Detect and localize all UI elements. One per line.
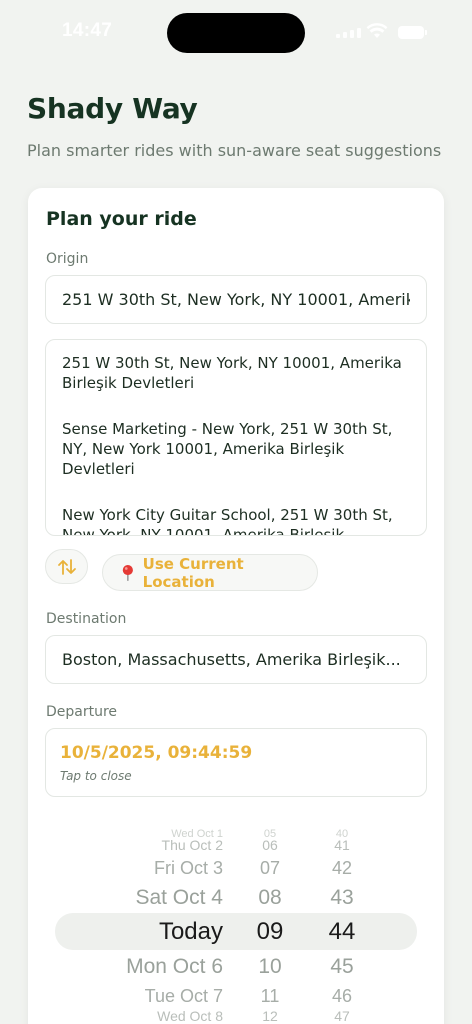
departure-value: 10/5/2025, 09:44:59 (60, 743, 253, 763)
picker-minute[interactable]: 45 (312, 955, 372, 979)
suggestion-item[interactable]: 251 W 30th St, New York, NY 10001, Ameri… (62, 353, 412, 393)
picker-day[interactable]: Thu Oct 2 (53, 837, 223, 853)
origin-input-value: 251 W 30th St, New York, NY 10001, Ameri… (62, 290, 410, 309)
destination-label: Destination (46, 611, 127, 627)
picker-minute[interactable]: 46 (312, 986, 372, 1007)
picker-minute-selected[interactable]: 44 (312, 918, 372, 946)
origin-input[interactable]: 251 W 30th St, New York, NY 10001, Ameri… (45, 275, 427, 324)
battery-icon (398, 26, 427, 39)
pin-icon (122, 564, 133, 581)
picker-minute[interactable]: 47 (312, 1008, 372, 1024)
origin-label: Origin (46, 251, 89, 267)
use-current-location-button[interactable]: Use Current Location (102, 554, 318, 591)
datetime-picker-wheel[interactable]: Wed Oct 1 Thu Oct 2 Fri Oct 3 Sat Oct 4 … (28, 818, 444, 1024)
picker-day[interactable]: Mon Oct 6 (53, 955, 223, 979)
picker-minute[interactable]: 43 (312, 886, 372, 910)
picker-hour[interactable]: 12 (240, 1008, 300, 1024)
ride-plan-card: Plan your ride Origin 251 W 30th St, New… (28, 188, 444, 1024)
destination-input[interactable]: Boston, Massachusetts, Amerika Birleşik.… (45, 635, 427, 684)
picker-hour[interactable]: 06 (240, 837, 300, 853)
suggestion-item[interactable]: Sense Marketing - New York, 251 W 30th S… (62, 419, 412, 479)
card-title: Plan your ride (46, 208, 197, 230)
picker-hour[interactable]: 10 (240, 955, 300, 979)
picker-day[interactable]: Fri Oct 3 (53, 858, 223, 879)
status-time: 14:47 (62, 20, 113, 41)
picker-day[interactable]: Wed Oct 8 (53, 1008, 223, 1024)
departure-label: Departure (46, 704, 118, 720)
departure-hint: Tap to close (60, 769, 132, 783)
swap-button[interactable] (45, 549, 88, 584)
app-title: Shady Way (27, 92, 198, 125)
picker-hour[interactable]: 08 (240, 886, 300, 910)
wifi-icon (366, 23, 388, 38)
picker-hour[interactable]: 07 (240, 858, 300, 879)
picker-hour[interactable]: 11 (240, 986, 300, 1007)
destination-input-value: Boston, Massachusetts, Amerika Birleşik.… (62, 650, 401, 669)
picker-day[interactable]: Sat Oct 4 (53, 886, 223, 910)
picker-day-selected[interactable]: Today (53, 918, 223, 946)
cellular-signal-icon (336, 28, 361, 38)
suggestion-item[interactable]: New York City Guitar School, 251 W 30th … (62, 505, 412, 535)
picker-minute[interactable]: 41 (312, 837, 372, 853)
picker-minute[interactable]: 42 (312, 858, 372, 879)
departure-field[interactable]: 10/5/2025, 09:44:59 Tap to close (45, 728, 427, 797)
swap-vertical-arrows-icon (57, 558, 76, 575)
app-subtitle: Plan smarter rides with sun-aware seat s… (27, 141, 442, 160)
origin-suggestions-list[interactable]: 251 W 30th St, New York, NY 10001, Ameri… (45, 339, 427, 536)
status-bar: 14:47 (0, 0, 472, 66)
picker-day[interactable]: Tue Oct 7 (53, 986, 223, 1007)
dynamic-island (167, 13, 305, 53)
picker-hour-selected[interactable]: 09 (240, 918, 300, 946)
use-current-location-label: Use Current Location (142, 554, 244, 591)
